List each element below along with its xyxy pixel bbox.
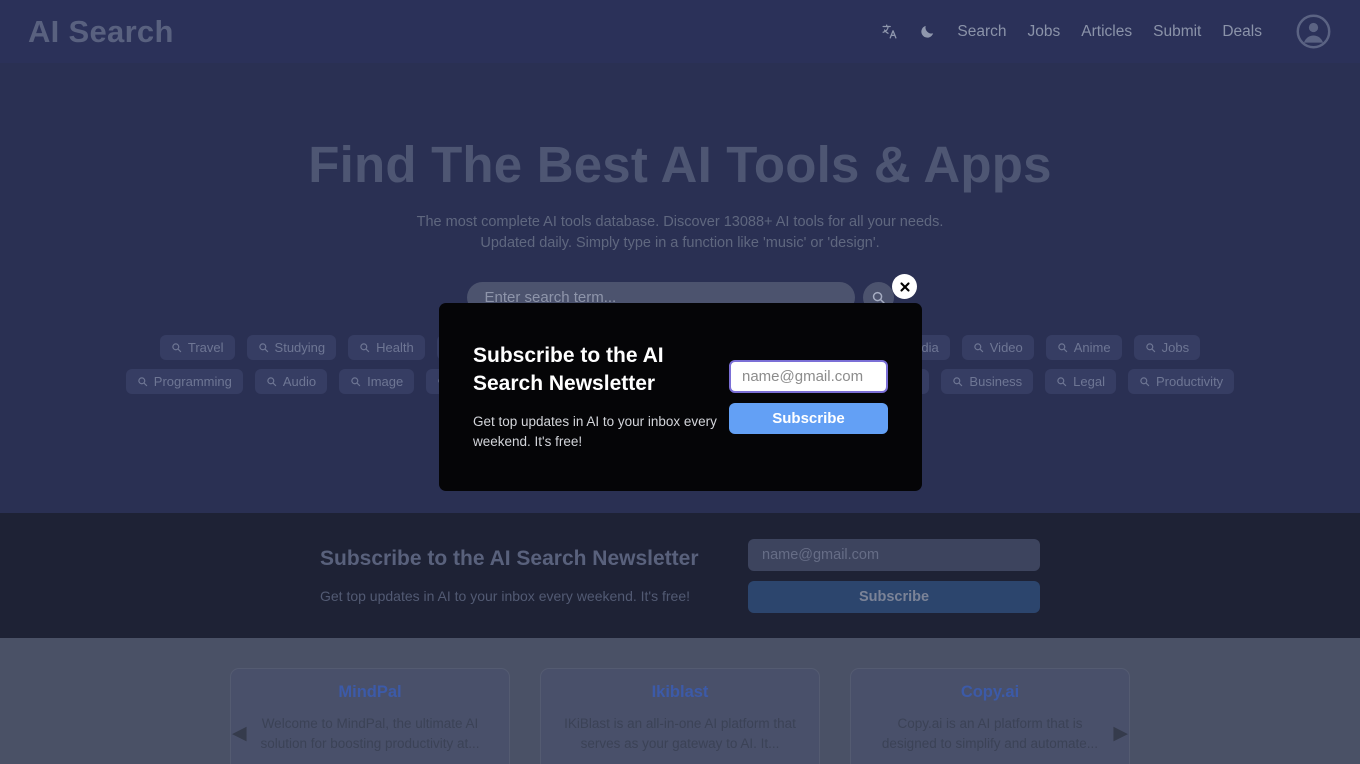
newsletter-description: Get top updates in AI to your inbox ever… <box>320 588 690 604</box>
category-tag-label: Image <box>367 374 404 390</box>
tool-card-title[interactable]: MindPal <box>249 683 491 702</box>
category-tag[interactable]: Programming <box>125 369 243 395</box>
tool-card-description: IKiBlast is an all-in-one AI platform th… <box>564 716 796 752</box>
nav-link-deals[interactable]: Deals <box>1222 23 1262 41</box>
category-tag[interactable]: Health <box>348 335 425 361</box>
category-tag-label: Audio <box>282 374 317 390</box>
category-tag-label: Anime <box>1073 340 1111 356</box>
tool-card-title[interactable]: Copy.ai <box>869 683 1111 702</box>
category-tag[interactable]: Video <box>961 335 1034 361</box>
search-icon <box>974 343 983 353</box>
newsletter-band: Subscribe to the AI Search Newsletter Ge… <box>0 513 1360 638</box>
category-tag[interactable]: Legal <box>1045 369 1116 395</box>
search-icon <box>258 343 268 353</box>
primary-nav: Search Jobs Articles Submit Deals <box>881 13 1332 50</box>
tool-card-description: Copy.ai is an AI platform that is design… <box>881 716 1099 752</box>
category-tag-label: Health <box>376 340 414 356</box>
category-tag[interactable]: Business <box>941 369 1034 395</box>
carousel-prev-icon[interactable]: ◀ <box>232 722 247 745</box>
search-icon <box>351 377 361 387</box>
search-icon <box>1057 377 1067 387</box>
newsletter-title: Subscribe to the AI Search Newsletter <box>320 547 699 570</box>
search-icon <box>172 343 182 353</box>
modal-description: Get top updates in AI to your inbox ever… <box>473 413 717 449</box>
newsletter-copy: Subscribe to the AI Search Newsletter Ge… <box>320 547 720 604</box>
modal-form: Subscribe <box>729 360 888 434</box>
category-tag-label: Studying <box>274 340 326 356</box>
category-tag-label: Legal <box>1073 374 1105 390</box>
search-icon <box>360 343 370 353</box>
modal-subscribe-button[interactable]: Subscribe <box>729 403 888 434</box>
modal-title-line-2: Search Newsletter <box>473 372 656 396</box>
category-tag-label: Travel <box>187 340 224 356</box>
search-icon <box>267 377 277 387</box>
category-tag[interactable]: Jobs <box>1133 335 1201 361</box>
hero-subtitle-line-2: Updated daily. Simply type in a function… <box>480 235 880 252</box>
tool-card[interactable]: Ikiblast IKiBlast is an all-in-one AI pl… <box>540 668 820 764</box>
carousel-next-icon[interactable]: ▶ <box>1113 722 1128 745</box>
category-tag[interactable]: Studying <box>246 335 337 361</box>
nav-link-submit[interactable]: Submit <box>1153 23 1201 41</box>
account-avatar[interactable] <box>1295 13 1332 50</box>
search-icon <box>1140 377 1150 387</box>
tool-card[interactable]: Copy.ai Copy.ai is an AI platform that i… <box>850 668 1130 764</box>
modal-title-line-1: Subscribe to the AI <box>473 343 664 367</box>
category-tag[interactable]: Travel <box>159 335 235 361</box>
tool-card-description: Welcome to MindPal, the ultimate AI solu… <box>260 716 480 752</box>
search-icon <box>953 377 963 387</box>
dark-mode-moon-icon[interactable] <box>919 23 936 40</box>
modal-email-input[interactable] <box>729 360 888 393</box>
newsletter-modal: Subscribe to the AI Search Newsletter Ge… <box>439 303 922 491</box>
newsletter-form: Subscribe <box>748 538 1040 613</box>
nav-link-jobs[interactable]: Jobs <box>1028 23 1061 41</box>
site-logo[interactable]: AI Search <box>28 14 174 50</box>
hero-subtitle-line-1: The most complete AI tools database. Dis… <box>416 214 944 230</box>
category-tag-label: Video <box>989 340 1023 356</box>
category-tag[interactable]: Anime <box>1045 335 1122 361</box>
tool-card-title[interactable]: Ikiblast <box>559 683 801 702</box>
site-header: AI Search Search Jobs Articles Submit De… <box>0 0 1360 63</box>
modal-close-icon[interactable] <box>892 274 917 299</box>
category-tag[interactable]: Audio <box>254 369 328 395</box>
modal-copy: Subscribe to the AI Search Newsletter Ge… <box>473 342 723 452</box>
category-tag-label: Jobs <box>1161 340 1190 356</box>
nav-link-articles[interactable]: Articles <box>1081 23 1132 41</box>
category-tag-label: Programming <box>153 374 232 390</box>
search-icon <box>138 377 148 387</box>
hero-subtitle: The most complete AI tools database. Dis… <box>0 212 1360 254</box>
newsletter-email-input[interactable] <box>748 538 1040 571</box>
page-root: AI Search Search Jobs Articles Submit De… <box>0 0 1360 764</box>
tool-carousel-band: ◀ MindPal Welcome to MindPal, the ultima… <box>0 638 1360 764</box>
page-title: Find The Best AI Tools & Apps <box>308 136 1052 193</box>
category-tag-label: Productivity <box>1155 374 1224 390</box>
translate-icon[interactable] <box>881 23 898 40</box>
tool-card[interactable]: MindPal Welcome to MindPal, the ultimate… <box>230 668 510 764</box>
search-icon <box>1058 343 1067 353</box>
modal-title: Subscribe to the AI Search Newsletter <box>473 342 723 399</box>
category-tag[interactable]: Productivity <box>1127 369 1235 395</box>
search-icon <box>1145 343 1155 353</box>
category-tag[interactable]: Image <box>339 369 415 395</box>
newsletter-subscribe-button[interactable]: Subscribe <box>748 580 1040 613</box>
nav-link-search[interactable]: Search <box>957 23 1006 41</box>
category-tag-label: Business <box>969 374 1023 390</box>
tool-carousel: ◀ MindPal Welcome to MindPal, the ultima… <box>0 638 1360 764</box>
